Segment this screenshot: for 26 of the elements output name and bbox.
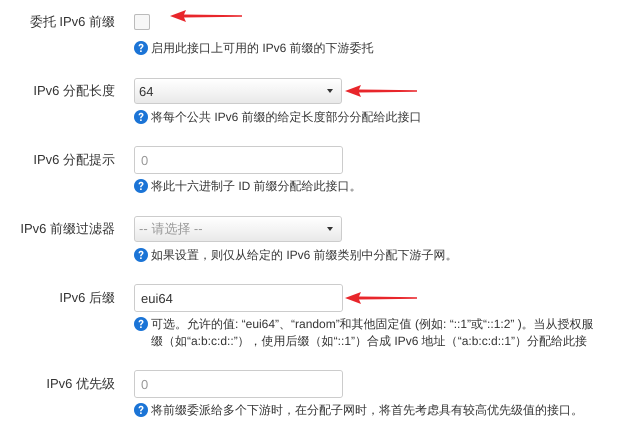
help-text: 将前缀委派给多个下游时，在分配子网时，将首先考虑具有较高优先级值的接口。: [151, 402, 583, 419]
field-label: IPv6 优先级: [45, 375, 115, 393]
field-label: 委托 IPv6 前缀: [28, 13, 115, 31]
field-label: IPv6 后缀: [58, 289, 115, 307]
help-icon: [134, 317, 148, 331]
help-icon: [134, 110, 148, 124]
help-text: 缀（如“a:b:c:d::”），使用后缀（如“::1”）合成 IPv6 地址（“a:b:c:d::1”）分配给此接: [151, 333, 588, 350]
dropdown[interactable]: 64: [134, 78, 342, 104]
input-field[interactable]: 0: [134, 146, 343, 174]
input-field[interactable]: eui64: [134, 284, 343, 312]
help-text: 可选。允许的值: “eui64”、“random”和其他固定值 (例如: “::1”或“::1:2” )。当从授权服: [151, 316, 594, 333]
field-label: IPv6 前缀过滤器: [19, 220, 115, 238]
field-label: IPv6 分配提示: [32, 151, 115, 169]
help-text: 如果设置，则仅从给定的 IPv6 前缀类别中分配下游子网。: [151, 247, 458, 264]
help-text: 将此十六进制子 ID 前缀分配给此接口。: [151, 178, 362, 195]
input-field[interactable]: 0: [134, 370, 343, 398]
help-icon: [134, 41, 148, 55]
field-label: IPv6 分配长度: [32, 82, 115, 100]
checkbox[interactable]: [134, 14, 150, 30]
caret-icon: [327, 89, 333, 93]
caret-icon: [327, 227, 333, 231]
help-icon: [134, 179, 148, 193]
help-text: 启用此接口上可用的 IPv6 前缀的下游委托: [151, 40, 374, 57]
help-text: 将每个公共 IPv6 前缀的给定长度部分分配给此接口: [151, 109, 422, 126]
help-icon: [134, 248, 148, 262]
help-icon: [134, 403, 148, 417]
